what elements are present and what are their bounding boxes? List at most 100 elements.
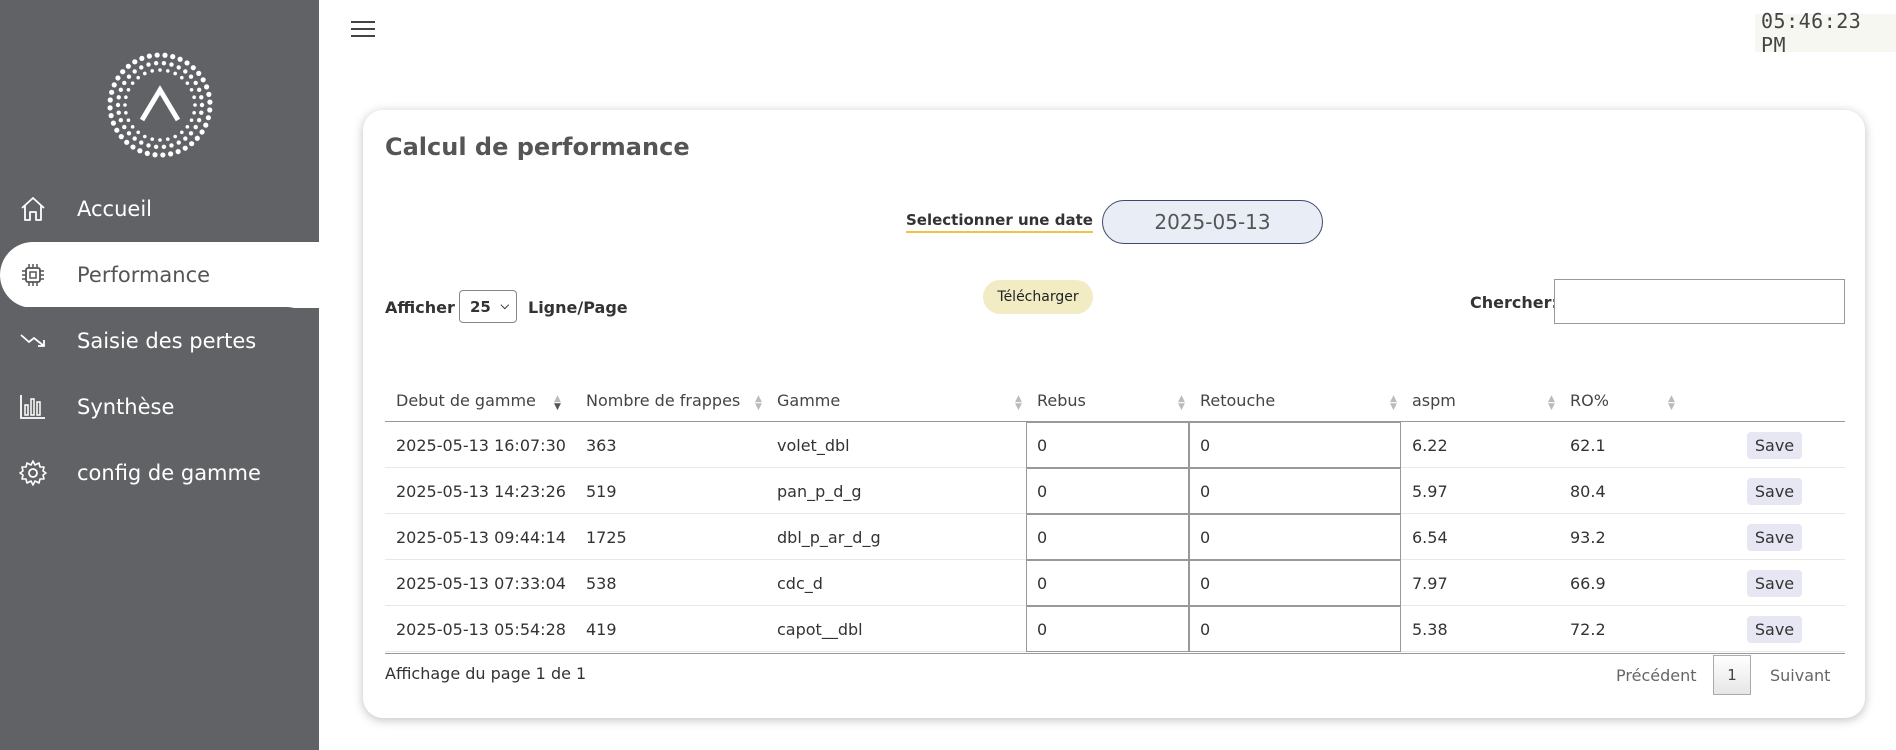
rebus-input[interactable]: 0 — [1026, 514, 1189, 560]
cell-frappes: 538 — [586, 573, 617, 593]
column-header-rebus[interactable]: Rebus ▲ ▼ — [1026, 378, 1189, 422]
column-header-label: Gamme — [777, 390, 841, 410]
cell-gamme: pan_p_d_g — [777, 481, 862, 501]
table-row: 2025-05-13 14:23:26 519 pan_p_d_g 0 0 5.… — [385, 468, 1845, 514]
cell-aspm: 6.22 — [1412, 435, 1448, 455]
table-row: 2025-05-13 16:07:30 363 volet_dbl 0 0 6.… — [385, 422, 1845, 468]
sidebar-item-saisie-des-pertes[interactable]: Saisie des pertes — [0, 308, 319, 374]
brand-logo — [107, 52, 213, 158]
column-header-frappes[interactable]: Nombre de frappes ▲ ▼ — [575, 378, 766, 422]
bar-chart-icon — [18, 392, 48, 422]
table-row: 2025-05-13 09:44:14 1725 dbl_p_ar_d_g 0 … — [385, 514, 1845, 560]
table-header: Debut de gamme ▲ ▼ Nombre de frappes ▲ ▼ G… — [385, 378, 1845, 422]
cell-frappes: 519 — [586, 481, 617, 501]
sort-icon: ▲ ▼ — [554, 394, 561, 412]
afficher-label: Afficher — [385, 298, 455, 317]
sidebar-item-label: Accueil — [77, 197, 152, 221]
page-size-select[interactable]: 25 ⌵ — [459, 290, 517, 323]
date-label: Selectionner une date — [906, 211, 1093, 233]
sort-icon: ▲ ▼ — [1548, 394, 1555, 412]
save-button[interactable]: Save — [1747, 570, 1802, 597]
page-size-value: 25 — [470, 297, 491, 316]
save-button[interactable]: Save — [1747, 616, 1802, 643]
retouche-input[interactable]: 0 — [1189, 514, 1401, 560]
sidebar-item-label: Performance — [77, 263, 211, 287]
sort-icon: ▲ ▼ — [1178, 394, 1185, 412]
search-label: Chercher: — [1470, 293, 1558, 312]
cell-frappes: 1725 — [586, 527, 627, 547]
column-header-label: Retouche — [1200, 390, 1276, 410]
sidebar-item-synthese[interactable]: Synthèse — [0, 374, 319, 440]
save-button[interactable]: Save — [1747, 478, 1802, 505]
column-header-gamme[interactable]: Gamme ▲ ▼ — [766, 378, 1026, 422]
performance-card: Calcul de performance Selectionner une d… — [363, 110, 1865, 718]
pagination-info: Affichage du page 1 de 1 — [385, 664, 587, 683]
chip-icon — [18, 260, 48, 290]
table-row: 2025-05-13 05:54:28 419 capot__dbl 0 0 5… — [385, 606, 1845, 652]
retouche-input[interactable]: 0 — [1189, 468, 1401, 514]
retouche-input[interactable]: 0 — [1189, 422, 1401, 468]
rebus-input[interactable]: 0 — [1026, 606, 1189, 652]
search-input[interactable] — [1554, 279, 1845, 324]
column-header-label: RO% — [1570, 390, 1609, 410]
cell-aspm: 7.97 — [1412, 573, 1448, 593]
cell-debut: 2025-05-13 07:33:04 — [396, 573, 566, 593]
performance-table: Debut de gamme ▲ ▼ Nombre de frappes ▲ ▼ G… — [385, 378, 1845, 652]
cell-gamme: dbl_p_ar_d_g — [777, 527, 881, 547]
menu-toggle-icon[interactable] — [351, 21, 375, 39]
sidebar-item-performance[interactable]: Performance — [0, 242, 319, 308]
sidebar-item-label: Synthèse — [77, 395, 175, 419]
cell-gamme: capot__dbl — [777, 619, 863, 639]
cell-aspm: 5.97 — [1412, 481, 1448, 501]
next-page-button[interactable]: Suivant — [1770, 666, 1830, 685]
page-number-button[interactable]: 1 — [1713, 655, 1751, 695]
retouche-input[interactable]: 0 — [1189, 560, 1401, 606]
rebus-input[interactable]: 0 — [1026, 422, 1189, 468]
table-bottom-border — [385, 653, 1845, 654]
column-header-retouche[interactable]: Retouche ▲ ▼ — [1189, 378, 1401, 422]
column-header-label: aspm — [1412, 390, 1456, 410]
column-header-debut[interactable]: Debut de gamme ▲ ▼ — [385, 378, 575, 422]
retouche-input[interactable]: 0 — [1189, 606, 1401, 652]
cell-ro: 72.2 — [1570, 619, 1606, 639]
cell-ro: 80.4 — [1570, 481, 1606, 501]
sidebar: Accueil Performance Saisie des pertes Sy… — [0, 0, 319, 750]
cell-ro: 66.9 — [1570, 573, 1606, 593]
column-header-label: Debut de gamme — [396, 390, 536, 410]
cell-frappes: 363 — [586, 435, 617, 455]
cell-ro: 62.1 — [1570, 435, 1606, 455]
trend-down-icon — [18, 326, 48, 356]
sidebar-item-accueil[interactable]: Accueil — [0, 176, 319, 242]
previous-page-button[interactable]: Précédent — [1616, 666, 1697, 685]
cell-frappes: 419 — [586, 619, 617, 639]
chevron-down-icon: ⌵ — [500, 299, 509, 312]
column-header-label: Rebus — [1037, 390, 1086, 410]
sidebar-item-label: config de gamme — [77, 461, 261, 485]
gear-icon — [18, 458, 48, 488]
cell-gamme: cdc_d — [777, 573, 823, 593]
column-header-aspm[interactable]: aspm ▲ ▼ — [1401, 378, 1559, 422]
cell-debut: 2025-05-13 05:54:28 — [396, 619, 566, 639]
download-button[interactable]: Télécharger — [983, 280, 1093, 314]
cell-debut: 2025-05-13 09:44:14 — [396, 527, 566, 547]
cell-ro: 93.2 — [1570, 527, 1606, 547]
cell-gamme: volet_dbl — [777, 435, 850, 455]
cell-aspm: 6.54 — [1412, 527, 1448, 547]
column-header-label: Nombre de frappes — [586, 390, 741, 410]
rebus-input[interactable]: 0 — [1026, 468, 1189, 514]
cell-aspm: 5.38 — [1412, 619, 1448, 639]
save-button[interactable]: Save — [1747, 524, 1802, 551]
cell-debut: 2025-05-13 16:07:30 — [396, 435, 566, 455]
sort-icon: ▲ ▼ — [755, 394, 762, 412]
sidebar-item-config-de-gamme[interactable]: config de gamme — [0, 440, 319, 506]
sort-icon: ▲ ▼ — [1390, 394, 1397, 412]
clock-display: 05:46:23 PM — [1755, 9, 1896, 57]
date-input[interactable]: 2025-05-13 — [1102, 200, 1323, 244]
column-header-ro[interactable]: RO% ▲ ▼ — [1559, 378, 1679, 422]
sort-icon: ▲ ▼ — [1015, 394, 1022, 412]
save-button[interactable]: Save — [1747, 432, 1802, 459]
home-icon — [18, 194, 48, 224]
rebus-input[interactable]: 0 — [1026, 560, 1189, 606]
table-row: 2025-05-13 07:33:04 538 cdc_d 0 0 7.97 6… — [385, 560, 1845, 606]
ligne-page-label: Ligne/Page — [528, 298, 628, 317]
